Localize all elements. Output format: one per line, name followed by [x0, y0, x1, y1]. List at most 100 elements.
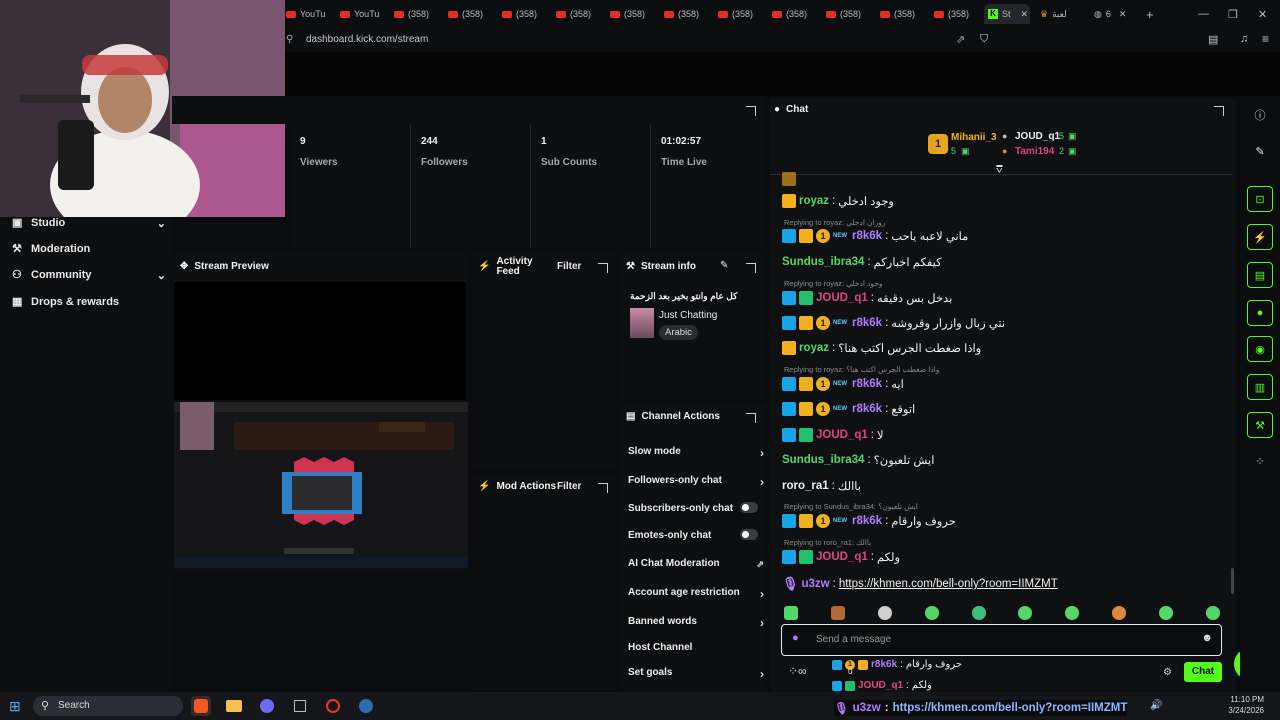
clipboard-icon[interactable]: ▤ [1247, 262, 1273, 288]
minimize-window-button[interactable]: — [1198, 4, 1209, 24]
browser-tab-active[interactable]: K St ✕ [984, 4, 1030, 24]
subscribers-only-toggle[interactable] [740, 502, 758, 513]
chat-message[interactable]: Sundus_ibra34: كيفكم اخباركم [782, 255, 942, 269]
browser-tab[interactable]: ◍ 6 ✕ [1094, 4, 1134, 24]
browser-tab[interactable]: (358) [448, 4, 496, 24]
subscribers-only-action[interactable]: Subscribers-only chat [628, 502, 762, 514]
send-chat-button[interactable]: Chat [1184, 662, 1222, 682]
file-explorer-icon[interactable] [224, 696, 244, 716]
browser-tab[interactable]: (358) [664, 4, 712, 24]
browser-tab[interactable]: YouTu [286, 4, 334, 24]
reply-reference[interactable]: Replying to Sundus_ibra34: ايش تلعبون؟ [784, 502, 918, 511]
emote-icon[interactable] [924, 606, 939, 620]
expand-icon[interactable] [598, 263, 608, 273]
chat-message[interactable]: Sundus_ibra34: ايش تلعبون؟ [782, 453, 934, 467]
reply-reference[interactable]: Replying to royaz: واذا ضغطت الجرس اكتب … [784, 365, 939, 374]
chat-message[interactable]: 1 NEW r8k6k: ايه [782, 377, 904, 391]
discord-icon[interactable] [257, 696, 277, 716]
emoji-picker-icon[interactable]: ☻ [1201, 632, 1213, 644]
media-icon[interactable]: ♫ [1240, 33, 1248, 45]
expand-icon[interactable] [1214, 106, 1224, 116]
taskbar-search[interactable]: ⚲ Search [33, 696, 183, 716]
emote-icon[interactable] [1205, 606, 1220, 620]
reply-reference[interactable]: Replying to roro_ra1: باالك [784, 538, 871, 547]
url-text[interactable]: dashboard.kick.com/stream [306, 34, 428, 45]
browser-tab[interactable]: (358) [556, 4, 604, 24]
expand-icon[interactable] [746, 413, 756, 423]
reply-reference[interactable]: Replying to royaz: روزان ادخلي [784, 218, 885, 227]
stream-preview-video[interactable] [174, 402, 468, 568]
chat-bubble-icon[interactable]: ● [1247, 300, 1273, 326]
emote-icon[interactable] [1065, 606, 1080, 620]
chat-message[interactable]: JOUD_q1: بدخل بس دقيقه [782, 291, 952, 305]
more-icon[interactable]: ⁘ [1247, 448, 1273, 474]
gifter-name[interactable]: JOUD_q1 [1015, 131, 1060, 142]
sidebar-item-studio[interactable]: ▣ Studio ⌄ [12, 217, 166, 230]
sidebar-item-drops-rewards[interactable]: ▦ Drops & rewards [12, 296, 160, 308]
sidebar-item-moderation[interactable]: ⚒ Moderation [12, 243, 160, 255]
followers-only-action[interactable]: Followers-only chat › [628, 475, 764, 489]
edit-icon[interactable]: ✎ [720, 260, 728, 271]
category-name[interactable]: Just Chatting [659, 310, 717, 321]
browser-tab[interactable]: (358) [502, 4, 550, 24]
emotes-only-toggle[interactable] [740, 529, 758, 540]
volume-icon[interactable]: 🔊 [1150, 700, 1162, 711]
server-icon[interactable]: ▥ [1247, 374, 1273, 400]
info-icon[interactable]: ⓘ [1247, 102, 1273, 128]
new-tab-button[interactable]: + [1146, 4, 1154, 24]
windows-start-icon[interactable]: ⊞ [9, 698, 21, 715]
clock-date[interactable]: 3/24/2026 [1214, 706, 1264, 715]
chat-message[interactable]: royaz: وجود ادخلي [782, 194, 894, 208]
banned-words-action[interactable]: Banned words › [628, 616, 764, 630]
clock-time[interactable]: 11:10 PM [1214, 695, 1264, 704]
wrench-icon[interactable]: ⚒ [1247, 412, 1273, 438]
browser-tab[interactable]: (358) [610, 4, 658, 24]
reply-reference[interactable]: Replying to royaz: وجود ادخلي [784, 279, 882, 288]
chat-message[interactable]: 🎙 u3zw: https://khmen.com/bell-only?room… [782, 576, 1058, 592]
browser-tab[interactable]: ♛ لعبة [1040, 4, 1090, 24]
emote-icon[interactable] [877, 606, 892, 620]
chat-link[interactable]: https://khmen.com/bell-only?room=IIMZMT [839, 578, 1058, 590]
expand-icon[interactable] [746, 263, 756, 273]
points-icon[interactable]: ⁘∞ [788, 664, 807, 678]
emote-icon[interactable] [830, 606, 845, 620]
broadcast-icon[interactable]: ◉ [1247, 336, 1273, 362]
emote-icon[interactable] [784, 606, 798, 620]
chat-message[interactable]: 1 NEW r8k6k: نتي زبال وازرار وقروشه [782, 316, 1005, 330]
expand-icon[interactable] [746, 106, 756, 116]
slow-mode-action[interactable]: Slow mode › [628, 446, 764, 460]
emote-icon[interactable] [1159, 606, 1173, 620]
browser-tab[interactable]: (358) [772, 4, 820, 24]
chat-message[interactable]: 1 NEW r8k6k: ماني لاعبه ياحب [782, 229, 968, 243]
sidebar-toggle-icon[interactable]: ▤ [1208, 33, 1218, 46]
brave-browser-icon[interactable] [191, 696, 211, 716]
host-channel-action[interactable]: Host Channel [628, 642, 762, 653]
address-bar[interactable]: ⚲ dashboard.kick.com/stream ⇗ ⛉ ▤ ♫ ≡ [278, 28, 1280, 52]
share-icon[interactable]: ⇗ [956, 33, 965, 46]
emotes-only-action[interactable]: Emotes-only chat [628, 529, 762, 541]
chat-message[interactable]: roro_ra1: باالك [782, 479, 861, 493]
browser-tab[interactable]: (358) [934, 4, 982, 24]
chat-message[interactable]: 1 NEW r8k6k: اتوقع [782, 402, 915, 416]
camera-icon[interactable]: ⊡ [1247, 186, 1273, 212]
gifter-name[interactable]: Tami194 [1015, 146, 1054, 157]
close-tab-icon[interactable]: ✕ [1119, 9, 1127, 20]
browser-tab[interactable]: (358) [826, 4, 874, 24]
chat-message[interactable]: JOUD_q1: لا [782, 428, 884, 442]
emote-icon[interactable] [971, 606, 986, 620]
obs-icon[interactable] [323, 696, 343, 716]
sidebar-item-community[interactable]: ⚇ Community ⌄ [12, 269, 166, 282]
emote-icon[interactable] [1018, 606, 1033, 620]
mod-actions-filter[interactable]: Filter [557, 481, 581, 492]
account-age-action[interactable]: Account age restriction › [628, 587, 764, 601]
browser-tab[interactable]: (358) [394, 4, 442, 24]
close-window-button[interactable]: ✕ [1258, 4, 1267, 24]
expand-icon[interactable] [598, 483, 608, 493]
browser-tab[interactable]: (358) [718, 4, 766, 24]
site-settings-icon[interactable]: ⚲ [286, 34, 293, 45]
gifter-name[interactable]: Mihanii_3 [951, 132, 997, 143]
chat-message[interactable]: 1 NEW r8k6k: حروف وارقام [782, 514, 956, 528]
activity-feed-filter[interactable]: Filter [557, 261, 581, 272]
capcut-icon[interactable] [290, 696, 310, 716]
menu-icon[interactable]: ≡ [1262, 32, 1269, 46]
